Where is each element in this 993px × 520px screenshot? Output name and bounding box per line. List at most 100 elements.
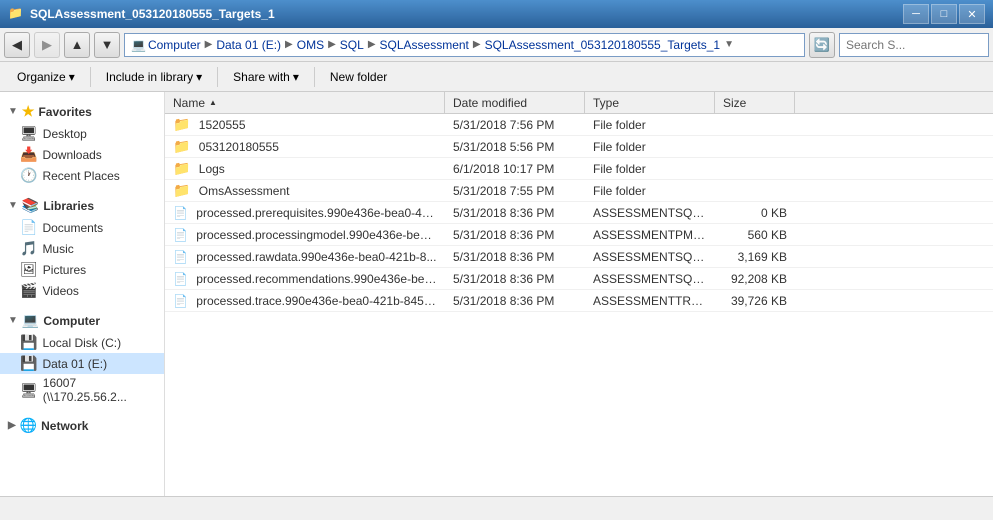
close-button[interactable]: ✕ [959, 4, 985, 24]
window-icon: 📁 [8, 6, 24, 22]
path-sqlassessment[interactable]: SQLAssessment [380, 38, 469, 52]
computer-expand-icon: ▼ [8, 315, 18, 326]
path-computer[interactable]: 💻 Computer [131, 38, 201, 52]
toolbar-separator-1 [90, 67, 91, 87]
table-row[interactable]: 📄 processed.recommendations.990e436e-bea… [165, 268, 993, 290]
file-cell-size: 39,726 KB [715, 294, 795, 308]
computer-icon: 💻 [22, 312, 39, 329]
sidebar-item-data01-label: Data 01 (E:) [42, 357, 107, 371]
sidebar-item-network-drive[interactable]: 🖥 16007 (\\170.25.56.2... [0, 374, 164, 406]
network-drive-icon: 🖥 [20, 382, 38, 399]
sidebar-item-downloads[interactable]: 📥 Downloads [0, 144, 164, 165]
favorites-expand-icon: ▼ [8, 106, 18, 117]
sidebar-item-music[interactable]: 🎵 Music [0, 238, 164, 259]
back-button[interactable]: ◀ [4, 32, 30, 58]
address-path[interactable]: 💻 Computer ▶ Data 01 (E:) ▶ OMS ▶ SQL ▶ … [124, 33, 805, 57]
file-name: processed.rawdata.990e436e-bea0-421b-8..… [196, 250, 436, 264]
file-cell-type: File folder [585, 162, 715, 176]
col-type-label: Type [593, 96, 619, 110]
computer-section: ▼ 💻 Computer 💾 Local Disk (C:) 💾 Data 01… [0, 305, 164, 410]
file-cell-date: 5/31/2018 5:56 PM [445, 140, 585, 154]
path-oms[interactable]: OMS [297, 38, 324, 52]
table-row[interactable]: 📄 processed.rawdata.990e436e-bea0-421b-8… [165, 246, 993, 268]
file-name: 053120180555 [199, 140, 279, 154]
table-row[interactable]: 📄 processed.prerequisites.990e436e-bea0-… [165, 202, 993, 224]
file-cell-name: 📁 1520555 [165, 116, 445, 133]
file-name: processed.prerequisites.990e436e-bea0-42… [196, 206, 438, 220]
sidebar-item-pictures[interactable]: 🖼 Pictures [0, 259, 164, 280]
sidebar-item-videos[interactable]: 🎬 Videos [0, 280, 164, 301]
network-label: Network [41, 419, 88, 433]
search-box[interactable]: 🔍 [839, 33, 989, 57]
sidebar-item-local-disk-label: Local Disk (C:) [42, 336, 121, 350]
include-in-library-button[interactable]: Include in library ▾ [97, 65, 211, 89]
table-row[interactable]: 📁 Logs 6/1/2018 10:17 PM File folder [165, 158, 993, 180]
share-with-button[interactable]: Share with ▾ [224, 65, 308, 89]
sidebar-item-videos-label: Videos [42, 284, 78, 298]
folder-icon: 📁 [173, 182, 190, 198]
col-header-name[interactable]: Name ▲ [165, 92, 445, 113]
sidebar-item-local-disk[interactable]: 💾 Local Disk (C:) [0, 332, 164, 353]
file-cell-name: 📁 Logs [165, 160, 445, 177]
col-header-date[interactable]: Date modified [445, 92, 585, 113]
file-list-container: Name ▲ Date modified Type Size 📁 1520555… [165, 92, 993, 496]
sidebar-item-recent-places[interactable]: 🕐 Recent Places [0, 165, 164, 186]
table-row[interactable]: 📁 1520555 5/31/2018 7:56 PM File folder [165, 114, 993, 136]
libraries-header[interactable]: ▼ 📚 Libraries [0, 194, 164, 217]
folder-icon: 📁 [173, 116, 190, 132]
table-row[interactable]: 📄 processed.processingmodel.990e436e-bea… [165, 224, 993, 246]
file-cell-name: 📄 processed.trace.990e436e-bea0-421b-845… [165, 294, 445, 308]
new-folder-button[interactable]: New folder [321, 65, 396, 89]
col-header-size[interactable]: Size [715, 92, 795, 113]
file-cell-type: ASSESSMENTSQLR... [585, 250, 715, 264]
col-header-type[interactable]: Type [585, 92, 715, 113]
table-row[interactable]: 📁 OmsAssessment 5/31/2018 7:55 PM File f… [165, 180, 993, 202]
recent-button[interactable]: ▼ [94, 32, 120, 58]
file-cell-date: 6/1/2018 10:17 PM [445, 162, 585, 176]
path-current[interactable]: SQLAssessment_053120180555_Targets_1 [485, 38, 721, 52]
organize-button[interactable]: Organize ▾ [8, 65, 84, 89]
sidebar-item-downloads-label: Downloads [42, 148, 101, 162]
file-cell-name: 📄 processed.prerequisites.990e436e-bea0-… [165, 206, 445, 220]
toolbar-separator-2 [217, 67, 218, 87]
file-name: processed.processingmodel.990e436e-bea0-… [196, 228, 445, 242]
pictures-icon: 🖼 [20, 261, 38, 278]
file-name: OmsAssessment [199, 184, 290, 198]
favorites-label: Favorites [38, 105, 91, 119]
documents-icon: 📄 [20, 219, 37, 236]
sidebar-item-desktop[interactable]: 🖥 Desktop [0, 123, 164, 144]
file-cell-date: 5/31/2018 7:55 PM [445, 184, 585, 198]
file-icon: 📄 [173, 206, 188, 220]
music-icon: 🎵 [20, 240, 37, 257]
sidebar-item-documents[interactable]: 📄 Documents [0, 217, 164, 238]
file-cell-type: ASSESSMENTPM File [585, 228, 715, 242]
file-cell-date: 5/31/2018 8:36 PM [445, 294, 585, 308]
folder-icon: 📁 [173, 138, 190, 154]
recent-places-icon: 🕐 [20, 167, 37, 184]
file-cell-name: 📄 processed.processingmodel.990e436e-bea… [165, 228, 445, 242]
table-row[interactable]: 📁 053120180555 5/31/2018 5:56 PM File fo… [165, 136, 993, 158]
path-drive[interactable]: Data 01 (E:) [216, 38, 281, 52]
libraries-icon: 📚 [22, 197, 39, 214]
search-input[interactable] [846, 38, 993, 52]
sidebar-item-desktop-label: Desktop [43, 127, 87, 141]
status-bar [0, 496, 993, 520]
sidebar: ▼ ★ Favorites 🖥 Desktop 📥 Downloads 🕐 Re… [0, 92, 165, 496]
favorites-header[interactable]: ▼ ★ Favorites [0, 100, 164, 123]
path-sql[interactable]: SQL [340, 38, 364, 52]
file-rows: 📁 1520555 5/31/2018 7:56 PM File folder … [165, 114, 993, 312]
title-bar: 📁 SQLAssessment_053120180555_Targets_1 ─… [0, 0, 993, 28]
sidebar-item-data01[interactable]: 💾 Data 01 (E:) [0, 353, 164, 374]
up-button[interactable]: ▲ [64, 32, 90, 58]
main-layout: ▼ ★ Favorites 🖥 Desktop 📥 Downloads 🕐 Re… [0, 92, 993, 496]
minimize-button[interactable]: ─ [903, 4, 929, 24]
forward-button[interactable]: ▶ [34, 32, 60, 58]
computer-header[interactable]: ▼ 💻 Computer [0, 309, 164, 332]
refresh-button[interactable]: 🔄 [809, 32, 835, 58]
maximize-button[interactable]: □ [931, 4, 957, 24]
table-row[interactable]: 📄 processed.trace.990e436e-bea0-421b-845… [165, 290, 993, 312]
desktop-icon: 🖥 [20, 125, 38, 142]
window-title: SQLAssessment_053120180555_Targets_1 [30, 7, 903, 21]
network-header[interactable]: ▶ 🌐 Network [0, 414, 164, 437]
sidebar-item-network-drive-label: 16007 (\\170.25.56.2... [43, 376, 156, 404]
